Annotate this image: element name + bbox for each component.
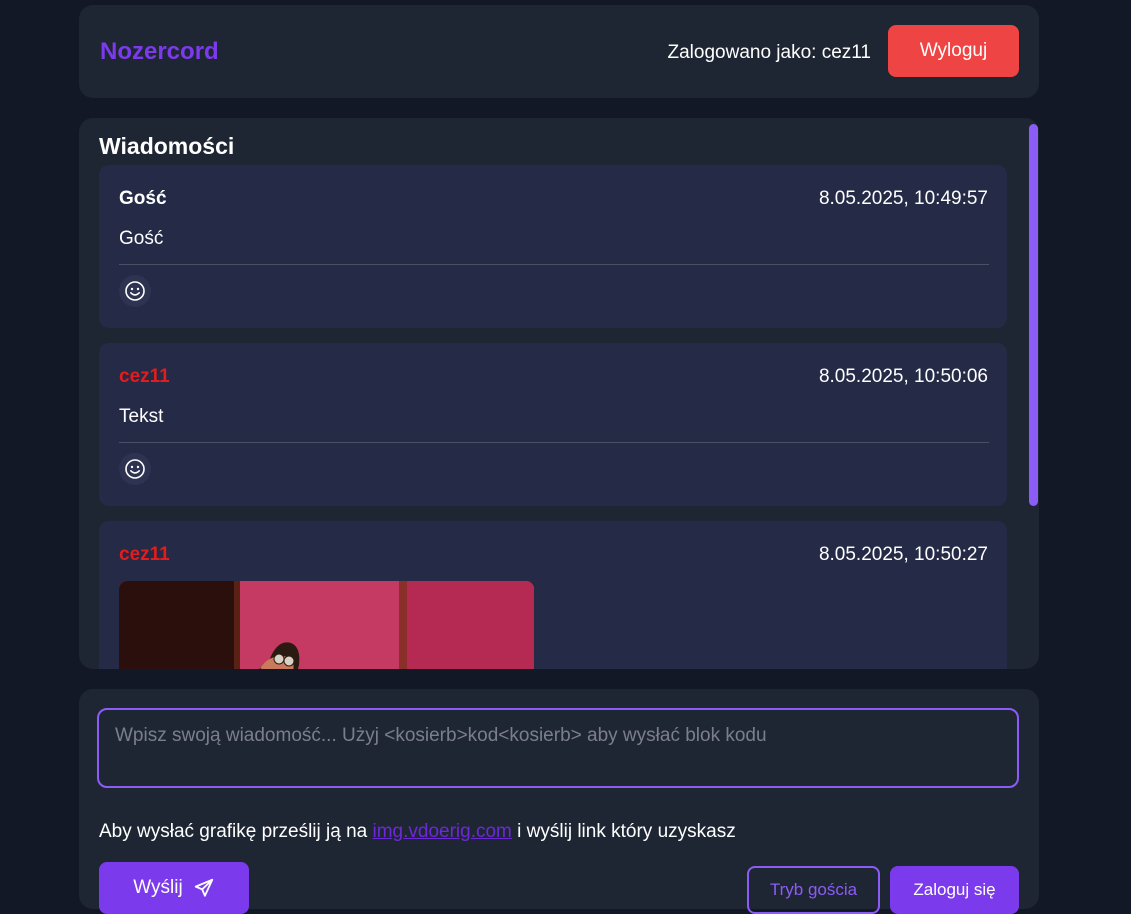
add-reaction-button[interactable]	[119, 453, 151, 485]
message-author: cez11	[119, 544, 170, 565]
message-input[interactable]	[97, 708, 1019, 788]
message-divider	[119, 442, 989, 443]
smiley-icon	[125, 459, 145, 479]
messages-scrollbar[interactable]	[1029, 124, 1038, 506]
message-divider	[119, 264, 989, 265]
upload-info: Aby wysłać grafikę prześlij ją na img.vd…	[99, 821, 736, 843]
message-author: cez11	[119, 366, 170, 387]
message-card: cez11 8.05.2025, 10:50:27	[99, 521, 1007, 669]
message-timestamp: 8.05.2025, 10:50:27	[818, 544, 988, 565]
message-timestamp: 8.05.2025, 10:49:57	[818, 188, 988, 209]
message-text: Tekst	[119, 406, 164, 427]
message-author: Gość	[119, 188, 167, 209]
message-card: cez11 8.05.2025, 10:50:06 Tekst	[99, 343, 1007, 506]
cartoon-image	[119, 581, 534, 669]
login-button[interactable]: Zaloguj się	[890, 866, 1019, 914]
send-label: Wyślij	[133, 877, 183, 898]
logged-in-status: Zalogowano jako: cez11	[667, 42, 872, 63]
upload-link[interactable]: img.vdoerig.com	[373, 821, 512, 842]
paper-plane-icon	[194, 878, 213, 897]
add-reaction-button[interactable]	[119, 275, 151, 307]
app-brand: Nozercord	[100, 38, 219, 65]
compose-panel: Aby wysłać grafikę prześlij ją na img.vd…	[79, 689, 1039, 914]
upload-info-suffix: i wyślij link który uzyskasz	[517, 821, 736, 842]
message-card: Gość 8.05.2025, 10:49:57 Gość	[99, 165, 1007, 328]
guest-mode-button[interactable]: Tryb gościa	[747, 866, 880, 914]
message-timestamp: 8.05.2025, 10:50:06	[818, 366, 988, 387]
message-text: Gość	[119, 228, 164, 249]
top-bar: Nozercord Zalogowano jako: cez11 Wyloguj	[79, 5, 1039, 98]
logout-button[interactable]: Wyloguj	[888, 25, 1019, 77]
message-image[interactable]	[119, 581, 534, 669]
smiley-icon	[125, 281, 145, 301]
upload-info-prefix: Aby wysłać grafikę prześlij ją na	[99, 821, 368, 842]
messages-panel[interactable]: Wiadomości Gość 8.05.2025, 10:49:57 Gość…	[79, 118, 1039, 669]
messages-title: Wiadomości	[99, 133, 235, 159]
send-button[interactable]: Wyślij	[99, 862, 249, 914]
